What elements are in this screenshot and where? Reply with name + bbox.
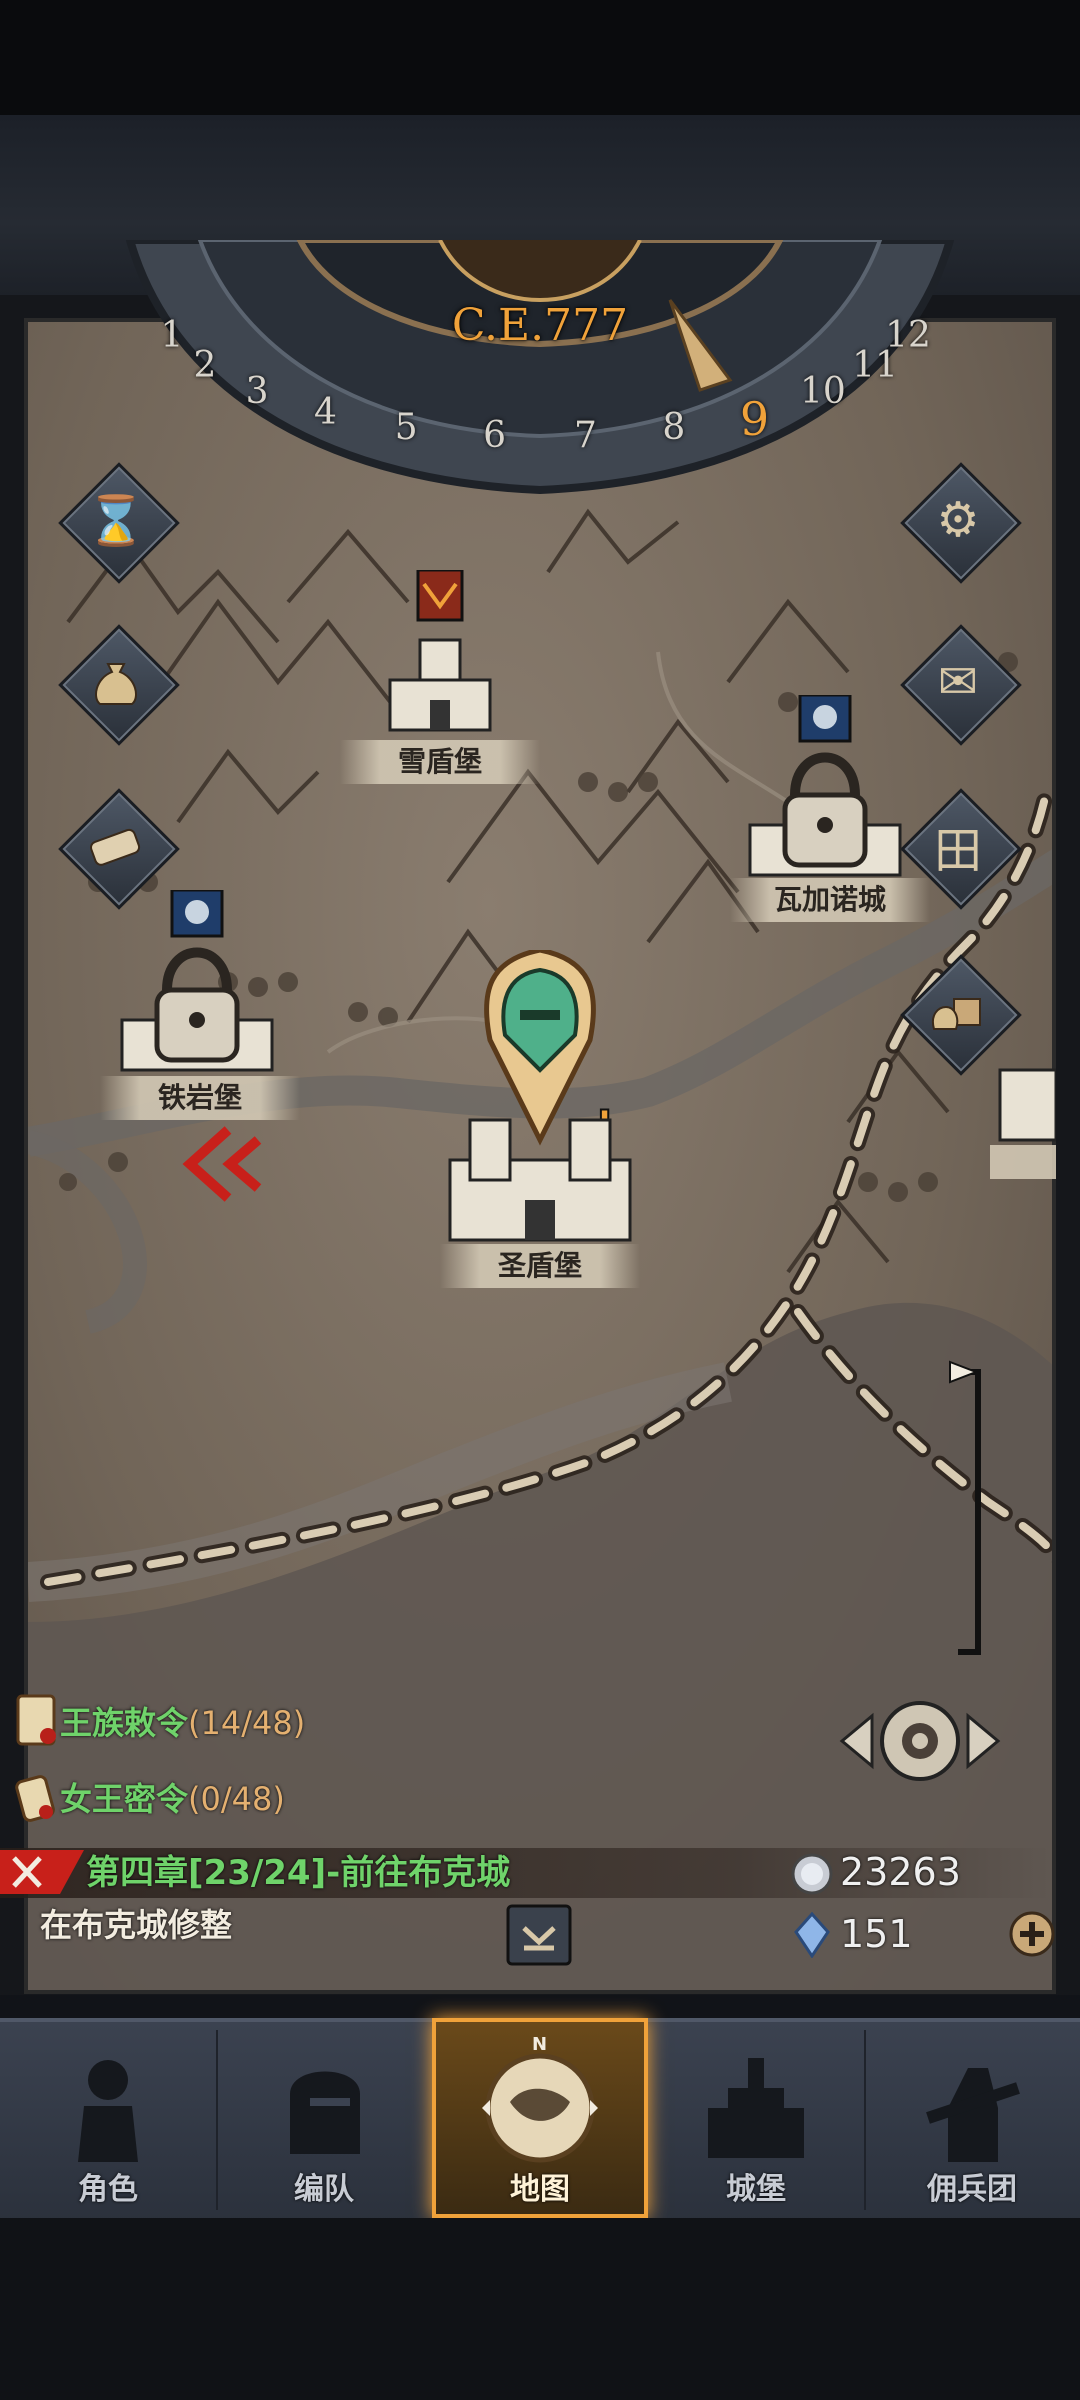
- queen-order-scroll-icon: [15, 1775, 55, 1822]
- nav-tab-formation[interactable]: 编队: [216, 2018, 432, 2218]
- location-label-tieyanbao[interactable]: 铁岩堡: [100, 1076, 300, 1120]
- quest-name: 王族敕令: [60, 1704, 189, 1742]
- recenter-button[interactable]: [832, 1686, 1008, 1796]
- castle-shengdunbao-current[interactable]: !: [440, 950, 640, 1250]
- nav-label: 角色: [78, 2172, 138, 2207]
- money-bag-button[interactable]: [58, 624, 180, 746]
- month-number: 2: [193, 344, 217, 386]
- money-bag-icon: [66, 632, 166, 732]
- month-number: 3: [245, 371, 269, 413]
- month-number: 9: [739, 392, 770, 447]
- calendar-dial[interactable]: [110, 240, 970, 590]
- main-quest-title[interactable]: 第四章[23/24]-前往布克城: [86, 1848, 510, 1898]
- month-number: 6: [483, 415, 506, 457]
- helmet-icon: [290, 2071, 360, 2154]
- castle-xuedunbao[interactable]: [380, 570, 500, 740]
- inventory-button[interactable]: [900, 954, 1022, 1076]
- crystal-amount: 151: [840, 1912, 913, 1956]
- back-chevron-icon[interactable]: [178, 1124, 268, 1204]
- location-label-shengdunbao[interactable]: 圣盾堡: [440, 1244, 640, 1288]
- scroll-button[interactable]: [58, 788, 180, 910]
- hourglass-button[interactable]: ⌛: [58, 462, 180, 584]
- nav-label: 城堡: [726, 2172, 786, 2207]
- mail-button[interactable]: ✉: [900, 624, 1022, 746]
- nav-tab-castle[interactable]: 城堡: [648, 2018, 864, 2218]
- month-number: 7: [574, 415, 597, 457]
- silver-coin-icon: [791, 1853, 833, 1895]
- month-number: 4: [314, 392, 337, 434]
- nav-label: 编队: [294, 2172, 354, 2207]
- compass-map-icon: N: [482, 2034, 598, 2163]
- settings-button[interactable]: ⚙: [900, 462, 1022, 584]
- quest-name: 女王密令: [60, 1780, 189, 1818]
- mail-icon: ✉: [937, 654, 979, 710]
- quest-count: (14/48): [188, 1704, 306, 1742]
- system-nav-area: [0, 2218, 1080, 2400]
- collapse-button[interactable]: [506, 1904, 572, 1966]
- main-quest-objective[interactable]: 在布克城修整: [40, 1902, 232, 1948]
- month-number: 12: [885, 314, 931, 356]
- scroll-icon: [66, 796, 166, 896]
- quest-royal-edict[interactable]: 王族敕令(14/48): [60, 1698, 305, 1748]
- royal-edict-scroll-icon: [16, 1694, 56, 1746]
- era-label: C.E.777: [451, 300, 629, 351]
- crystal-icon: [794, 1912, 830, 1958]
- nav-label: 地图: [510, 2172, 570, 2207]
- svg-text:N: N: [532, 2034, 547, 2055]
- month-number: 10: [799, 371, 846, 413]
- location-label-xuedunbao[interactable]: 雪盾堡: [340, 740, 540, 784]
- castle-offscreen[interactable]: [990, 1050, 1056, 1180]
- location-label-wajianuocheng[interactable]: 瓦加诺城: [730, 878, 930, 922]
- castle-wajianuocheng-locked[interactable]: [740, 695, 910, 885]
- month-number: 8: [662, 407, 686, 449]
- hourglass-icon: ⌛: [86, 492, 146, 549]
- add-resource-button[interactable]: [1008, 1910, 1056, 1958]
- month-number: 5: [394, 407, 418, 449]
- quest-queen-order[interactable]: 女王密令(0/48): [60, 1774, 285, 1824]
- crossed-swords-icon: [0, 1850, 84, 1894]
- castle-icon: [708, 2058, 804, 2158]
- knight-icon: [78, 2060, 138, 2162]
- inventory-bag-icon: [908, 962, 1008, 1062]
- nav-label: 佣兵团: [927, 2172, 1017, 2207]
- nav-tab-map[interactable]: N 地图: [432, 2018, 648, 2218]
- status-bar-area: [0, 0, 1080, 115]
- nav-tab-mercenary[interactable]: 佣兵团: [864, 2018, 1080, 2218]
- quest-count: (0/48): [188, 1780, 285, 1818]
- nav-tab-character[interactable]: 角色: [0, 2018, 216, 2218]
- mercenary-icon: [926, 2068, 1020, 2162]
- silver-amount: 23263: [840, 1850, 961, 1894]
- gear-icon: ⚙: [936, 492, 980, 548]
- castle-tieyanbao-locked[interactable]: [112, 890, 282, 1080]
